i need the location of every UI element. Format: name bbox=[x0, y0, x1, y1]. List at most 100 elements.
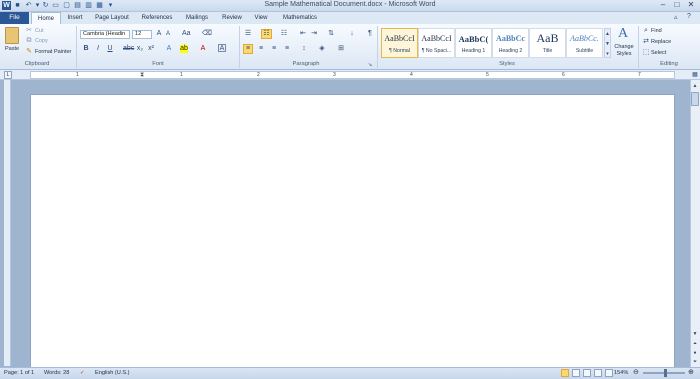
shading-icon[interactable]: ◈ bbox=[318, 45, 326, 53]
horizontal-ruler[interactable] bbox=[30, 71, 675, 79]
style-heading-1[interactable]: AaBbC( Heading 1 bbox=[455, 28, 492, 58]
view-ruler-icon[interactable]: ▦ bbox=[691, 71, 699, 79]
justify-icon[interactable]: ≡ bbox=[283, 45, 291, 53]
subscript-icon[interactable]: x₂ bbox=[136, 45, 144, 53]
maximize-icon[interactable]: □ bbox=[670, 0, 684, 10]
change-case-icon[interactable]: Aa bbox=[182, 30, 191, 38]
clear-formatting-icon[interactable]: ⌫ bbox=[202, 30, 212, 38]
font-group-label: Font bbox=[152, 61, 164, 67]
full-screen-view-icon[interactable] bbox=[572, 369, 580, 377]
align-left-icon[interactable]: ≡ bbox=[243, 44, 253, 54]
font-name-combo[interactable]: Cambria (Headin bbox=[80, 30, 130, 39]
styles-scroll-icon[interactable]: ▲ ▼ ▾ bbox=[604, 28, 611, 58]
zoom-out-icon[interactable]: ⊖ bbox=[633, 368, 639, 378]
scroll-up-icon[interactable]: ▲ bbox=[691, 82, 699, 90]
copy-icon[interactable]: ⧉ bbox=[25, 37, 33, 45]
tab-file[interactable]: File bbox=[0, 12, 29, 24]
style-name: Subtitle bbox=[575, 48, 594, 54]
zoom-in-icon[interactable]: ⊕ bbox=[688, 368, 694, 378]
scroll-thumb[interactable] bbox=[691, 92, 699, 106]
tab-view[interactable]: View bbox=[250, 12, 272, 24]
find-icon[interactable]: ⌕ bbox=[642, 27, 650, 35]
document-page[interactable] bbox=[30, 94, 675, 374]
style-name: Heading 2 bbox=[498, 48, 523, 54]
sort-az-icon[interactable]: ↓ bbox=[348, 30, 356, 38]
underline-button[interactable]: U bbox=[106, 45, 114, 53]
highlight-icon[interactable]: ab bbox=[180, 45, 188, 53]
tab-page-layout[interactable]: Page Layout bbox=[92, 12, 132, 24]
change-styles-icon[interactable]: A bbox=[615, 26, 631, 42]
multilevel-list-icon[interactable]: ☷ bbox=[280, 30, 288, 38]
copy-button[interactable]: Copy bbox=[35, 37, 48, 45]
outline-view-icon[interactable] bbox=[594, 369, 602, 377]
vertical-scrollbar[interactable] bbox=[690, 80, 700, 367]
web-layout-view-icon[interactable] bbox=[583, 369, 591, 377]
paragraph-dialog-launcher-icon[interactable]: ↘ bbox=[366, 61, 374, 69]
print-layout-view-icon[interactable] bbox=[561, 369, 569, 377]
tab-insert[interactable]: Insert bbox=[62, 12, 88, 24]
replace-button[interactable]: Replace bbox=[651, 38, 671, 46]
word-count[interactable]: Words: 28 bbox=[44, 368, 69, 378]
next-page-icon[interactable]: ⏷ bbox=[691, 358, 699, 366]
page-count[interactable]: Page: 1 of 1 bbox=[4, 368, 34, 378]
borders-icon[interactable]: ⊞ bbox=[337, 45, 345, 53]
indent-marker-icon[interactable]: ⧗ bbox=[140, 72, 144, 78]
show-hide-icon[interactable]: ¶ bbox=[366, 30, 374, 38]
line-spacing-icon[interactable]: ↕ bbox=[300, 45, 308, 53]
decrease-indent-icon[interactable]: ⇤ bbox=[299, 30, 307, 38]
zoom-level[interactable]: 154% bbox=[614, 368, 628, 378]
window-title: Sample Mathematical Document.docx - Micr… bbox=[264, 1, 436, 8]
replace-icon[interactable]: ⇄ bbox=[642, 38, 650, 46]
minimize-icon[interactable]: – bbox=[656, 0, 670, 10]
draft-view-icon[interactable] bbox=[605, 369, 613, 377]
font-size-combo[interactable]: 12 bbox=[132, 30, 152, 39]
align-right-icon[interactable]: ≡ bbox=[270, 45, 278, 53]
language-indicator[interactable]: English (U.S.) bbox=[95, 368, 130, 378]
style-no-spacing[interactable]: AaBbCcI ¶ No Spaci... bbox=[418, 28, 455, 58]
cut-icon[interactable]: ✂ bbox=[25, 27, 33, 35]
previous-page-icon[interactable]: ⏶ bbox=[691, 340, 699, 348]
style-title[interactable]: AaB Title bbox=[529, 28, 566, 58]
superscript-icon[interactable]: x² bbox=[147, 45, 155, 53]
select-icon[interactable]: ⬚ bbox=[642, 49, 650, 57]
character-border-icon[interactable]: A bbox=[218, 44, 226, 52]
scroll-down-icon[interactable]: ▼ bbox=[691, 330, 699, 338]
font-color-icon[interactable]: A bbox=[199, 45, 207, 53]
tab-mailings[interactable]: Mailings bbox=[181, 12, 213, 24]
format-painter-icon[interactable]: ✎ bbox=[25, 48, 33, 56]
tab-mathematics[interactable]: Mathematics bbox=[278, 12, 322, 24]
style-subtitle[interactable]: AaBbCc. Subtitle bbox=[566, 28, 603, 58]
style-heading-2[interactable]: AaBbCc Heading 2 bbox=[492, 28, 529, 58]
align-center-icon[interactable]: ≡ bbox=[257, 45, 265, 53]
text-effects-icon[interactable]: A bbox=[165, 45, 173, 53]
vertical-ruler[interactable] bbox=[4, 80, 11, 366]
find-button[interactable]: Find bbox=[651, 27, 662, 35]
style-name: Title bbox=[542, 48, 553, 54]
cut-button[interactable]: Cut bbox=[35, 27, 44, 35]
sort-icon[interactable]: ⇅ bbox=[327, 30, 335, 38]
tab-review[interactable]: Review bbox=[218, 12, 246, 24]
grow-font-icon[interactable]: A bbox=[155, 30, 163, 38]
proofing-icon[interactable]: ✓ bbox=[80, 368, 85, 378]
select-browse-object-icon[interactable]: ● bbox=[691, 349, 699, 357]
zoom-slider-thumb[interactable] bbox=[664, 369, 667, 377]
bold-button[interactable]: B bbox=[82, 45, 90, 53]
style-normal[interactable]: AaBbCcI ¶ Normal bbox=[381, 28, 418, 58]
shrink-font-icon[interactable]: A bbox=[164, 30, 172, 38]
italic-button[interactable]: I bbox=[94, 45, 102, 53]
strikethrough-icon[interactable]: abc bbox=[123, 45, 134, 53]
numbering-icon[interactable]: ☷ bbox=[261, 29, 272, 39]
select-button[interactable]: Select bbox=[651, 49, 666, 57]
help-icon[interactable]: ? bbox=[687, 13, 691, 20]
bullets-icon[interactable]: ☰ bbox=[244, 30, 252, 38]
close-icon[interactable]: ✕ bbox=[684, 0, 698, 10]
tab-references[interactable]: References bbox=[137, 12, 177, 24]
increase-indent-icon[interactable]: ⇥ bbox=[310, 30, 318, 38]
format-painter-button[interactable]: Format Painter bbox=[35, 48, 71, 56]
change-styles-button[interactable]: Change Styles bbox=[612, 44, 636, 58]
paste-icon[interactable] bbox=[5, 27, 19, 44]
tab-home[interactable]: Home bbox=[31, 12, 61, 24]
tab-selector-icon[interactable]: L bbox=[4, 71, 12, 79]
paste-button[interactable]: Paste bbox=[5, 45, 19, 53]
minimize-ribbon-icon[interactable]: ▵ bbox=[674, 13, 678, 21]
